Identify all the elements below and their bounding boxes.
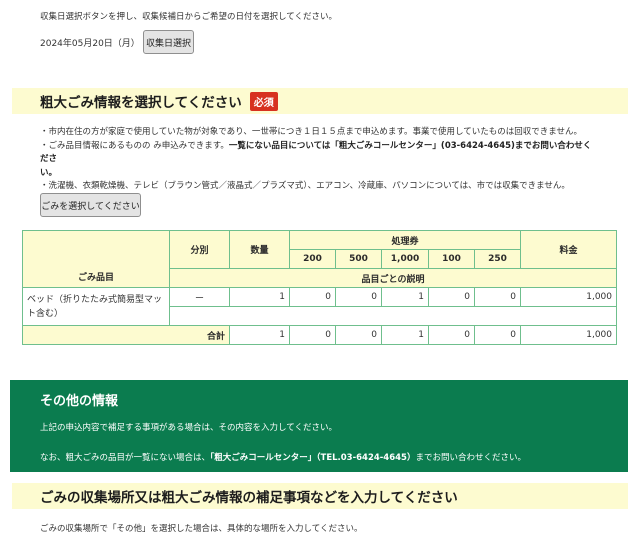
col-header-fee: 料金 bbox=[520, 230, 617, 269]
other-info-panel: その他の情報 上記の申込内容で補足する事項がある場合は、その内容を入力してくださ… bbox=[10, 380, 628, 472]
col-header-tickets: 処理券 bbox=[289, 230, 521, 250]
row-fee: 1,000 bbox=[520, 287, 617, 307]
supplement-note: ごみの収集場所で「その他」を選択した場合は、具体的な場所を入力してください。 bbox=[40, 524, 363, 534]
row-category: ー bbox=[169, 287, 230, 307]
row-item-description bbox=[169, 306, 617, 326]
ticket-header-500: 500 bbox=[335, 249, 382, 269]
total-quantity: 1 bbox=[229, 325, 290, 345]
other-info-line1: 上記の申込内容で補足する事項がある場合は、その内容を入力してください。 bbox=[40, 423, 337, 433]
collection-date-instruction: 収集日選択ボタンを押し、収集候補日からご希望の日付を選択してください。 bbox=[40, 12, 337, 22]
selected-date: 2024年05月20日（月） bbox=[40, 39, 140, 49]
required-badge: 必須 bbox=[249, 91, 278, 111]
total-ticket-250: 0 bbox=[474, 325, 521, 345]
other-info-line2: なお、粗大ごみの品目が一覧にない場合は、「粗大ごみコールセンター」（TEL.03… bbox=[40, 453, 526, 463]
col-header-quantity: 数量 bbox=[229, 230, 290, 269]
total-ticket-100: 0 bbox=[428, 325, 475, 345]
total-ticket-1000: 1 bbox=[381, 325, 429, 345]
row-ticket-100: 0 bbox=[428, 287, 475, 307]
collection-date-select-button[interactable]: 収集日選択 bbox=[143, 30, 194, 54]
other-info-title: その他の情報 bbox=[40, 394, 119, 409]
col-header-item: ごみ品目 bbox=[22, 230, 170, 288]
row-ticket-1000: 1 bbox=[381, 287, 429, 307]
row-item-name: ベッド（折りたたみ式簡易型マット含む） bbox=[22, 287, 170, 326]
row-ticket-200: 0 bbox=[289, 287, 336, 307]
supplement-section-header: ごみの収集場所又は粗大ごみ情報の補足事項などを入力してください bbox=[12, 483, 628, 509]
row-ticket-250: 0 bbox=[474, 287, 521, 307]
total-ticket-500: 0 bbox=[335, 325, 382, 345]
col-header-item-description: 品目ごとの説明 bbox=[169, 268, 617, 288]
note-excluded-appliances: ・洗濯機、衣類乾燥機、テレビ（ブラウン管式／液晶式／プラズマ式）、エアコン、冷蔵… bbox=[40, 181, 570, 191]
total-label: 合計 bbox=[22, 325, 230, 345]
total-fee: 1,000 bbox=[520, 325, 617, 345]
ticket-header-250: 250 bbox=[474, 249, 521, 269]
garbage-info-title: 粗大ごみ情報を選択してください bbox=[40, 95, 242, 111]
note-listed-items: ・ごみ品目情報にあるものの み申込みできます。一覧にない品目については「粗大ごみ… bbox=[40, 140, 592, 178]
ticket-header-200: 200 bbox=[289, 249, 336, 269]
garbage-items-table: ごみ品目 分別 数量 処理券 料金 200 500 1,000 100 250 … bbox=[22, 230, 617, 345]
ticket-header-1000: 1,000 bbox=[381, 249, 429, 269]
col-header-category: 分別 bbox=[169, 230, 230, 269]
select-garbage-button[interactable]: ごみを選択してください bbox=[40, 193, 141, 217]
table-total-row: 合計 1 0 0 1 0 0 1,000 bbox=[22, 325, 617, 345]
table-row: ベッド（折りたたみ式簡易型マット含む） ー 1 0 0 1 0 0 1,000 bbox=[22, 287, 617, 326]
call-center-tel: 「粗大ごみコールセンター」（TEL.03-6424-4645） bbox=[210, 453, 416, 463]
garbage-info-section-header: 粗大ごみ情報を選択してください 必須 bbox=[12, 88, 628, 114]
supplement-title: ごみの収集場所又は粗大ごみ情報の補足事項などを入力してください bbox=[40, 490, 458, 506]
note-resident-only: ・市内在住の方が家庭で使用していた物が対象であり、一世帯につき１日１５点まで申込… bbox=[40, 127, 582, 137]
garbage-info-notes: ・市内在住の方が家庭で使用していた物が対象であり、一世帯につき１日１５点まで申込… bbox=[40, 126, 596, 194]
total-ticket-200: 0 bbox=[289, 325, 336, 345]
row-quantity: 1 bbox=[229, 287, 290, 307]
ticket-header-100: 100 bbox=[428, 249, 475, 269]
row-ticket-500: 0 bbox=[335, 287, 382, 307]
